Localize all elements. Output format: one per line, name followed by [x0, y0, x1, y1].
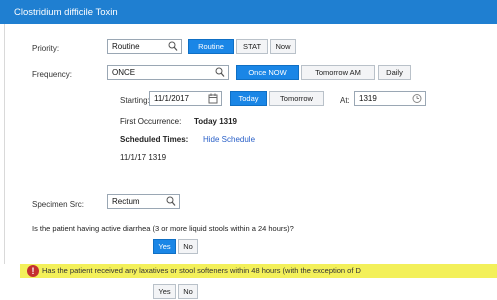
starting-date-value: 11/1/2017 [154, 94, 189, 103]
priority-field[interactable]: Routine [107, 39, 182, 54]
diarrhea-question: Is the patient having active diarrhea (3… [32, 224, 294, 233]
laxative-question: Has the patient received any laxatives o… [42, 266, 361, 275]
frequency-value: ONCE [112, 68, 136, 77]
frequency-daily-button[interactable]: Daily [378, 65, 411, 80]
specimen-source-label: Specimen Src: [32, 200, 85, 209]
first-occurrence-value: Today 1319 [194, 117, 237, 126]
frequency-field[interactable]: ONCE [107, 65, 229, 80]
starting-today-button[interactable]: Today [230, 91, 267, 106]
laxative-yes-button[interactable]: Yes [153, 284, 176, 299]
priority-routine-button[interactable]: Routine [188, 39, 234, 54]
order-title: Clostridium difficile Toxin [14, 7, 118, 18]
diarrhea-yes-button[interactable]: Yes [153, 239, 176, 254]
scheduled-entry: 11/1/17 1319 [120, 153, 167, 162]
starting-date-field[interactable]: 11/1/2017 [149, 91, 222, 106]
specimen-source-value: Rectum [112, 197, 140, 206]
specimen-source-field[interactable]: Rectum [107, 194, 180, 209]
priority-now-button[interactable]: Now [270, 39, 296, 54]
starting-time-value: 1319 [359, 94, 377, 103]
starting-label: Starting: [120, 96, 150, 105]
hide-schedule-link[interactable]: Hide Schedule [203, 135, 255, 144]
time-at-label: At: [340, 96, 350, 105]
laxative-no-button[interactable]: No [178, 284, 198, 299]
order-title-bar: Clostridium difficile Toxin [0, 0, 497, 24]
frequency-once-now-button[interactable]: Once NOW [236, 65, 299, 80]
calendar-icon[interactable] [208, 93, 218, 104]
diarrhea-no-button[interactable]: No [178, 239, 198, 254]
frequency-tomorrow-am-button[interactable]: Tomorrow AM [301, 65, 375, 80]
priority-stat-button[interactable]: STAT [236, 39, 268, 54]
left-divider [4, 24, 5, 264]
priority-value: Routine [112, 42, 140, 51]
search-icon[interactable] [168, 41, 178, 52]
search-icon[interactable] [215, 67, 225, 78]
alert-icon: ! [27, 265, 39, 277]
priority-label: Priority: [32, 44, 60, 53]
clock-icon[interactable] [412, 93, 422, 104]
search-icon[interactable] [166, 196, 176, 207]
first-occurrence-label: First Occurrence: [120, 117, 182, 126]
starting-time-field[interactable]: 1319 [354, 91, 426, 106]
starting-tomorrow-button[interactable]: Tomorrow [269, 91, 324, 106]
frequency-label: Frequency: [32, 70, 73, 79]
scheduled-times-label: Scheduled Times: [120, 135, 189, 144]
